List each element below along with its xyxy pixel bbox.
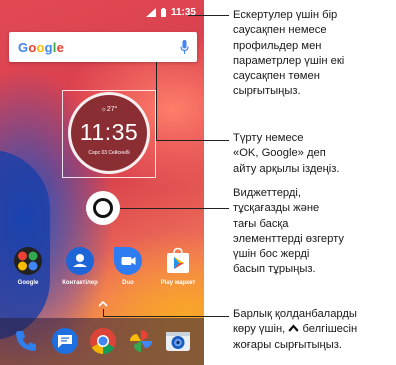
contacts-icon <box>66 247 94 275</box>
phone-icon[interactable] <box>12 327 40 355</box>
photos-icon[interactable] <box>127 327 155 355</box>
app-label: Duo <box>122 280 134 286</box>
messages-icon[interactable] <box>51 327 79 355</box>
touch-and-hold-indicator <box>86 191 120 225</box>
app-label: Google <box>17 280 39 286</box>
phone-screen: 11:35 Google ☼27° 11:35 Сәрс 03 Сейсенбі… <box>0 0 204 365</box>
callout-hold: Виджеттерді, тұсқағазды және тағы басқа … <box>233 187 344 276</box>
app-duo[interactable]: Duo <box>104 247 152 286</box>
clock-widget[interactable]: ☼27° 11:35 Сәрс 03 Сейсенбі <box>68 92 150 174</box>
callout-search: Түрту немесе «OK, Google» деп айту арқыл… <box>233 132 340 175</box>
callout-swipe-down: Ескертулер үшін бір саусақпен немесе про… <box>233 9 345 98</box>
app-label: Контактілер <box>62 280 98 286</box>
app-contacts[interactable]: Контактілер <box>56 247 104 286</box>
signal-icon <box>145 7 156 17</box>
microphone-icon[interactable] <box>180 40 189 54</box>
app-google-folder[interactable]: Google <box>4 247 52 286</box>
duo-icon <box>114 247 142 275</box>
play-store-icon <box>167 247 189 273</box>
callout-line-search <box>156 140 229 141</box>
battery-icon <box>160 7 166 17</box>
app-label: Play маркет <box>160 280 196 286</box>
callout-line-swipe-down <box>188 15 229 16</box>
app-play-store[interactable]: Play маркет <box>154 247 202 286</box>
google-folder-icon <box>14 247 42 275</box>
callout-line-search <box>156 62 157 140</box>
camera-icon[interactable] <box>164 327 192 355</box>
clock-time: 11:35 <box>79 119 139 145</box>
clock-weather: ☼27° <box>100 106 118 113</box>
chrome-icon[interactable] <box>89 327 117 355</box>
google-logo: Google <box>18 39 65 55</box>
app-row: Google Контактілер Duo Play маркет <box>0 247 204 297</box>
callout-all-apps: Барлық қолданбаларды көру үшін, белгішес… <box>233 308 358 351</box>
callout-line-hold <box>120 208 229 209</box>
clock-date: Сәрс 03 Сейсенбі <box>88 150 130 156</box>
google-search-bar[interactable]: Google <box>9 32 197 62</box>
chevron-up-icon <box>288 324 300 333</box>
dock <box>0 318 204 365</box>
status-bar[interactable]: 11:35 <box>0 0 204 24</box>
all-apps-chevron-icon[interactable] <box>98 300 108 307</box>
callout-line-all-apps <box>103 316 229 317</box>
